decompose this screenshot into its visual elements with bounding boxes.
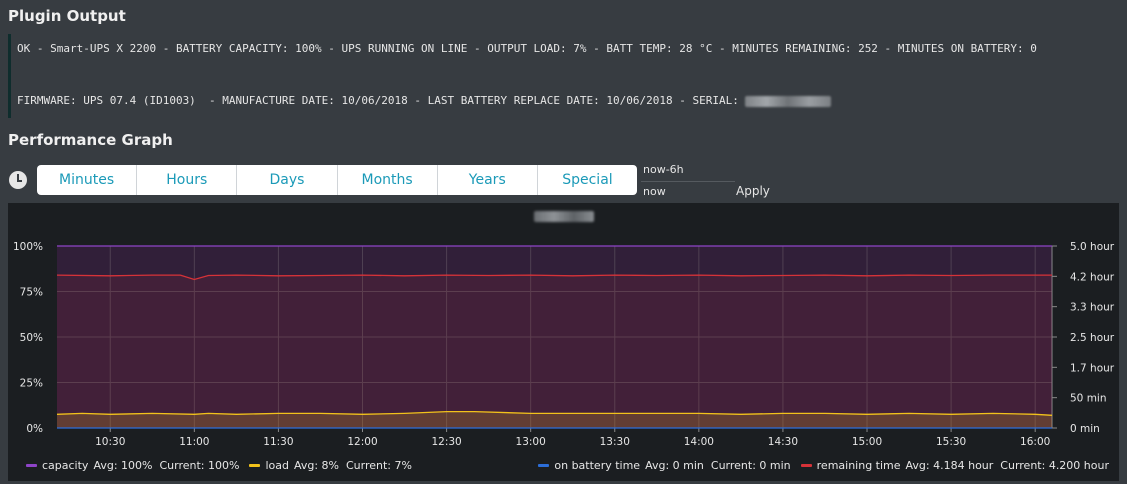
performance-graph-title: Performance Graph <box>8 131 173 149</box>
legend-series-name: remaining time <box>816 459 901 472</box>
apply-button[interactable]: Apply <box>736 184 770 198</box>
y-right-tick-label: 0 min <box>1070 423 1100 435</box>
y-right-tick-label: 1.7 hour <box>1070 362 1115 374</box>
y-right-tick-label: 5.0 hour <box>1070 241 1115 253</box>
x-tick-label: 12:30 <box>431 436 461 448</box>
y-left-tick-label: 25% <box>20 378 43 390</box>
x-tick-label: 10:30 <box>95 436 125 448</box>
legend-item-remaining-time[interactable]: remaining time Avg: 4.184 hour Current: 4… <box>800 459 1109 472</box>
years-button[interactable]: Years <box>438 165 538 195</box>
x-tick-label: 11:00 <box>179 436 209 448</box>
y-left-tick-label: 50% <box>20 332 43 344</box>
range-to-input[interactable]: now <box>641 183 735 204</box>
x-tick-label: 13:00 <box>516 436 546 448</box>
months-button[interactable]: Months <box>338 165 438 195</box>
chart-svg: 100% 75% 50% 25% 0% 5.0 hour 4.2 hour 3.3 hour 2… <box>13 241 1115 448</box>
legend-series-stats: Avg: 0 min Current: 0 min <box>645 459 791 472</box>
legend-left: capacity Avg: 100% Current: 100% load Avg: … <box>26 459 422 472</box>
legend-swatch <box>538 464 550 467</box>
y-right-tick-label: 4.2 hour <box>1070 271 1115 283</box>
y-right-tick-label: 2.5 hour <box>1070 332 1115 344</box>
legend-item-on-battery-time[interactable]: on battery time Avg: 0 min Current: 0 min <box>538 459 791 472</box>
series-area-remaining-time <box>57 275 1052 428</box>
plugin-output-title: Plugin Output <box>8 7 126 25</box>
legend-swatch <box>26 464 37 467</box>
legend-series-stats: Avg: 8% Current: 7% <box>293 459 412 472</box>
legend-item-capacity[interactable]: capacity Avg: 100% Current: 100% <box>26 459 239 472</box>
legend-series-stats: Avg: 4.184 hour Current: 4.200 hour <box>905 459 1109 472</box>
legend-series-name: on battery time <box>554 459 641 472</box>
legend-right: on battery time Avg: 0 min Current: 0 min… <box>538 459 1109 472</box>
x-tick-label: 15:30 <box>936 436 966 448</box>
hours-button[interactable]: Hours <box>137 165 238 195</box>
plugin-output-line-2: FIRMWARE: UPS 07.4 (ID1003) - MANUFACTUR… <box>11 92 832 110</box>
x-tick-label: 14:30 <box>768 436 798 448</box>
legend-series-name: load <box>265 459 289 472</box>
plugin-output-line-2-text: FIRMWARE: UPS 07.4 (ID1003) - MANUFACTUR… <box>17 94 746 107</box>
days-button[interactable]: Days <box>237 165 338 195</box>
y-left-tick-label: 75% <box>20 287 43 299</box>
x-tick-label: 11:30 <box>263 436 293 448</box>
plugin-output-box: OK - Smart-UPS X 2200 - BATTERY CAPACITY… <box>8 34 1091 118</box>
y-left-tick-label: 0% <box>26 423 43 435</box>
y-right-tick-label: 50 min <box>1070 393 1107 405</box>
performance-graph: 100% 75% 50% 25% 0% 5.0 hour 4.2 hour 3.3 hour 2… <box>8 203 1119 481</box>
legend-series-stats: Avg: 100% Current: 100% <box>93 459 240 472</box>
x-tick-label: 14:00 <box>684 436 714 448</box>
serial-redacted <box>745 95 832 107</box>
legend-swatch <box>800 464 812 467</box>
special-button[interactable]: Special <box>538 165 637 195</box>
x-tick-label: 16:00 <box>1020 436 1050 448</box>
clock-icon[interactable] <box>9 171 27 189</box>
legend-swatch <box>249 464 261 467</box>
y-left-tick-label: 100% <box>13 241 43 253</box>
timeframe-button-group: Minutes Hours Days Months Years Special <box>37 165 637 195</box>
plugin-output-line-1: OK - Smart-UPS X 2200 - BATTERY CAPACITY… <box>17 42 1037 55</box>
x-tick-label: 15:00 <box>852 436 882 448</box>
y-right-tick-label: 3.3 hour <box>1070 302 1115 314</box>
legend-series-name: capacity <box>42 459 89 472</box>
minutes-button[interactable]: Minutes <box>37 165 138 195</box>
x-tick-label: 12:00 <box>347 436 377 448</box>
x-tick-label: 13:30 <box>600 436 630 448</box>
range-from-input[interactable]: now-6h <box>641 161 735 182</box>
legend-item-load[interactable]: load Avg: 8% Current: 7% <box>249 459 412 472</box>
